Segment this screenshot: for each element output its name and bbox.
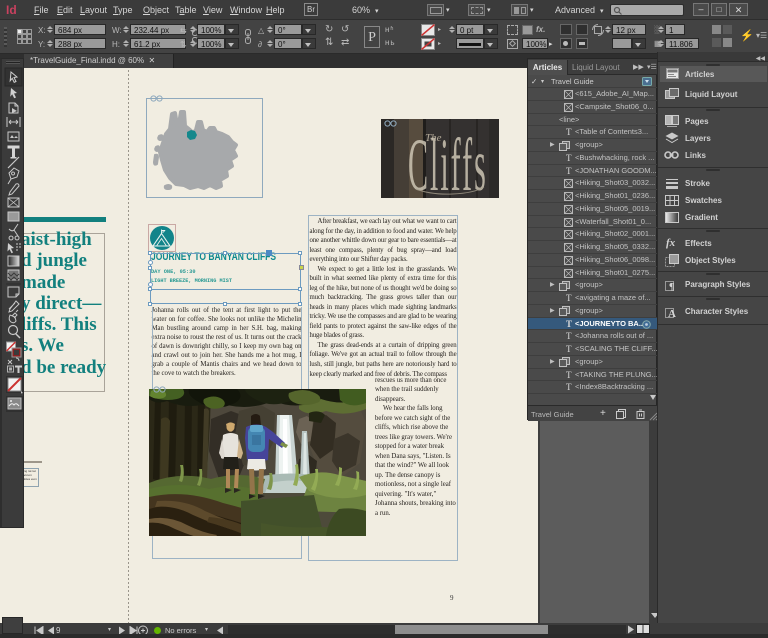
svg-text:Cliffs: Cliffs xyxy=(408,124,488,198)
svg-text:¶: ¶ xyxy=(669,282,674,291)
svg-text:A: A xyxy=(668,308,676,318)
